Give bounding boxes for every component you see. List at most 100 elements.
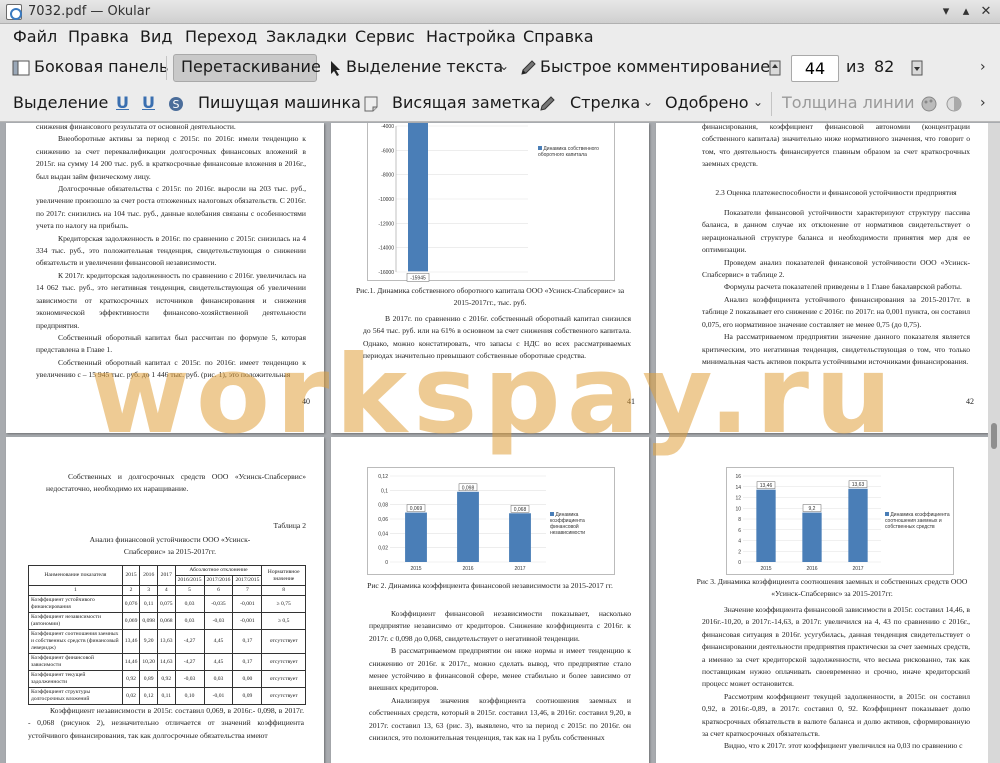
table-cell: 0,92 — [156, 670, 176, 688]
table-cell: 0,92 — [121, 670, 141, 688]
table-cell: 0,03 — [203, 670, 234, 688]
bar-2017 — [848, 488, 868, 562]
y-tick-label: -10000 — [378, 197, 394, 203]
y-tick-label: -12000 — [378, 221, 394, 227]
table-cell: Коэффициент финансовой зависимости — [28, 653, 123, 671]
y-tick-label: 0 — [385, 560, 388, 566]
table-row: Коэффициент соотношения заемных и собств… — [28, 629, 306, 654]
table-cell: 1 — [28, 585, 123, 596]
menu-settings[interactable]: Настройка — [426, 27, 516, 46]
table-cell: -4,27 — [174, 629, 205, 654]
table-cell: -0,001 — [232, 595, 263, 613]
toolbar-overflow-icon[interactable]: › — [980, 95, 986, 111]
legend-label: Динамика коэффициента соотношения заемны… — [885, 512, 950, 530]
vertical-scrollbar[interactable] — [988, 123, 1000, 763]
paragraph: Долгосрочные обязательства с 2015г. по 2… — [36, 184, 306, 231]
table-cell: 14,63 — [156, 653, 176, 671]
y-tick-label: 0 — [738, 560, 741, 566]
chevron-down-icon[interactable]: ⌄ — [643, 95, 653, 109]
menu-help[interactable]: Справка — [523, 27, 594, 46]
paragraph: Значение коэффициента финансовой зависим… — [702, 605, 970, 689]
paragraph: Формулы расчета показателей приведены в … — [724, 282, 962, 292]
chevron-down-icon[interactable]: ⌄ — [499, 59, 509, 73]
table-cell: Коэффициент независимости (автономии) — [28, 612, 123, 630]
table-cell: 0,02 — [121, 687, 141, 705]
table-row: Коэффициент независимости (автономии) 0,0… — [28, 612, 306, 630]
x-tick-label: 2016 — [462, 566, 473, 572]
page-text: Значение коэффициента финансовой зависим… — [702, 604, 970, 753]
table-cell: -0,001 — [232, 612, 263, 630]
chevron-down-icon[interactable]: ⌄ — [753, 95, 763, 109]
table-label: Таблица 2 — [273, 521, 306, 530]
figure-caption: Рис.1. Динамика собственного оборотного … — [355, 286, 625, 308]
text-select-cursor-icon — [331, 61, 340, 76]
table-cell: 7 — [232, 585, 263, 596]
table-cell: отсутствует — [261, 687, 306, 705]
table-cell: 13,46 — [121, 629, 141, 654]
y-tick-label: 14 — [735, 485, 741, 491]
menu-view[interactable]: Вид — [140, 27, 172, 46]
paragraph: В рассматриваемом предприятии он ниже но… — [369, 646, 631, 693]
bar-2015 — [756, 489, 776, 562]
table-header: 2016/2015 — [174, 575, 205, 586]
sticky-note-button[interactable]: Висящая заметка — [392, 93, 540, 112]
paragraph: Коэффициент финансовой независимости пок… — [369, 609, 631, 643]
table-cell: 0,075 — [156, 595, 176, 613]
highlight-button[interactable]: Выделение — [13, 93, 108, 112]
menu-go[interactable]: Переход — [185, 27, 257, 46]
previous-page-icon[interactable] — [766, 59, 784, 77]
paragraph: В 2017г. по сравнению с 2016г. собственн… — [363, 314, 631, 361]
pdf-page-40: снижения финансового результата от основ… — [6, 123, 324, 433]
opacity-icon[interactable] — [945, 95, 963, 113]
table-cell: -0,01 — [203, 687, 234, 705]
arrow-button[interactable]: Стрелка — [570, 93, 640, 112]
quick-comment-button[interactable]: Быстрое комментирование — [540, 57, 770, 76]
pen-comment-icon — [521, 60, 536, 75]
scrollbar-thumb[interactable] — [991, 423, 997, 449]
menu-tools[interactable]: Сервис — [355, 27, 415, 46]
table-title: Анализ финансовой устойчивости ООО «Усин… — [89, 535, 251, 557]
legend-swatch — [550, 512, 554, 516]
close-icon[interactable]: ✕ — [978, 4, 994, 20]
minimize-icon[interactable]: ▾ — [938, 4, 954, 20]
strikeout-icon[interactable]: S — [167, 95, 185, 113]
document-view[interactable]: снижения финансового результата от основ… — [0, 123, 988, 763]
typewriter-button[interactable]: Пишущая машинка — [198, 93, 361, 112]
table-cell: отсутствует — [261, 670, 306, 688]
maximize-icon[interactable]: ▴ — [958, 4, 974, 20]
table-cell: 0,11 — [139, 595, 158, 613]
data-label: 0,098 — [462, 485, 475, 491]
y-tick-label: -16000 — [378, 270, 394, 276]
next-page-icon[interactable] — [908, 59, 926, 77]
table-cell: 0,076 — [121, 595, 141, 613]
paragraph: финансирования, коэффициент финансовой а… — [702, 123, 970, 169]
legend-swatch — [538, 146, 542, 150]
line-width-button[interactable]: Толщина линии — [782, 93, 915, 112]
pdf-page-44: 0 0,02 0,04 0,06 0,08 0,1 0,12 0,069 2015 0,098 20… — [331, 437, 649, 763]
chart-independence-ratio: 0 0,02 0,04 0,06 0,08 0,1 0,12 0,069 2015 0,098 20… — [367, 467, 615, 575]
stamp-button[interactable]: Одобрено — [665, 93, 749, 112]
okular-app-icon — [6, 4, 22, 20]
table-cell: отсутствует — [261, 653, 306, 671]
table-header: 2016 — [139, 565, 158, 586]
page-number: 41 — [627, 397, 635, 406]
page-number-input[interactable]: 44 — [791, 55, 839, 82]
menu-file[interactable]: Файл — [13, 27, 57, 46]
menu-edit[interactable]: Правка — [68, 27, 129, 46]
color-palette-icon[interactable] — [920, 95, 938, 113]
text-select-button[interactable]: Выделение текста — [346, 57, 503, 76]
page-text: Собственных и долгосрочных средств ООО «… — [46, 471, 306, 496]
table-cell: отсутствует — [261, 629, 306, 654]
squiggle-underline-icon[interactable]: U — [142, 93, 155, 112]
sticky-note-icon — [364, 96, 378, 112]
underline-icon[interactable]: U — [116, 93, 129, 112]
toolbar-overflow-icon[interactable]: › — [980, 59, 986, 75]
table-cell: 4,45 — [203, 629, 234, 654]
sidebar-button[interactable]: Боковая панель — [34, 57, 168, 76]
svg-text:S: S — [173, 98, 180, 111]
paragraph: Анализируя значения коэффициента соотнош… — [369, 695, 631, 743]
menu-bookmarks[interactable]: Закладки — [266, 27, 347, 46]
x-tick-label: 2017 — [852, 566, 863, 572]
section-heading: 2.3 Оценка платежеспособности и финансов… — [715, 187, 957, 197]
table-cell: -0,03 — [174, 670, 205, 688]
